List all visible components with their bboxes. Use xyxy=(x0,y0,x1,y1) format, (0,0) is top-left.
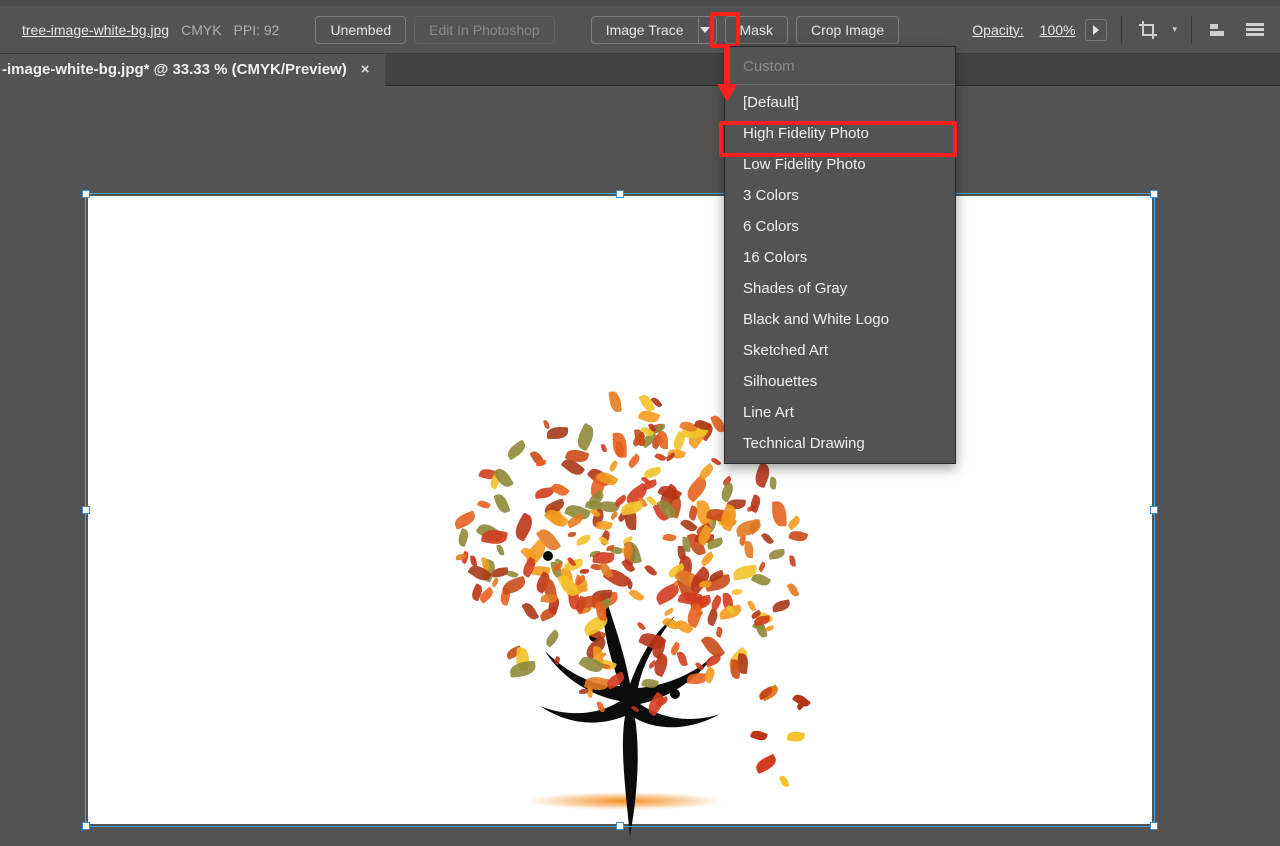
control-bar: tree-image-white-bg.jpg CMYK PPI: 92 Une… xyxy=(0,0,1280,54)
opacity-value[interactable]: 100% xyxy=(1040,22,1076,38)
menu-item-3-colors[interactable]: 3 Colors xyxy=(725,180,955,211)
menu-item-sketched-art[interactable]: Sketched Art xyxy=(725,335,955,366)
menu-item-6-colors[interactable]: 6 Colors xyxy=(725,211,955,242)
selection-handle-ml[interactable] xyxy=(82,506,90,514)
selection-handle-mr[interactable] xyxy=(1150,506,1158,514)
selection-handle-br[interactable] xyxy=(1150,822,1158,830)
menu-separator xyxy=(725,84,955,85)
crop-image-button[interactable]: Crop Image xyxy=(796,16,899,44)
opacity-more-button[interactable] xyxy=(1085,19,1107,41)
image-trace-button[interactable]: Image Trace xyxy=(591,16,699,44)
align-icon[interactable] xyxy=(1206,19,1232,41)
selection-handle-tc[interactable] xyxy=(616,190,624,198)
menu-item-high-fidelity-photo[interactable]: High Fidelity Photo xyxy=(725,118,955,149)
opacity-label[interactable]: Opacity: xyxy=(972,22,1023,38)
menu-item-silhouettes[interactable]: Silhouettes xyxy=(725,366,955,397)
document-tab-bar: -image-white-bg.jpg* @ 33.33 % (CMYK/Pre… xyxy=(0,54,1280,86)
selection-handle-tl[interactable] xyxy=(82,190,90,198)
close-tab-icon[interactable]: × xyxy=(361,61,370,78)
arrange-icon[interactable] xyxy=(1242,19,1268,41)
crop-tool-icon[interactable] xyxy=(1136,19,1162,41)
divider xyxy=(1121,16,1122,44)
menu-item-shades-of-gray[interactable]: Shades of Gray xyxy=(725,273,955,304)
chevron-right-icon xyxy=(1093,25,1099,35)
mask-button[interactable]: Mask xyxy=(725,16,788,44)
image-trace-presets-menu: Custom [Default]High Fidelity PhotoLow F… xyxy=(724,46,956,464)
unembed-button[interactable]: Unembed xyxy=(315,16,406,44)
image-trace-dropdown-toggle[interactable] xyxy=(695,16,717,44)
right-controls: Opacity: 100% ▾ xyxy=(972,16,1272,44)
file-name-link[interactable]: tree-image-white-bg.jpg xyxy=(22,22,169,38)
image-trace-group: Image Trace xyxy=(591,16,717,44)
edit-in-photoshop-button: Edit In Photoshop xyxy=(414,16,555,44)
menu-item-line-art[interactable]: Line Art xyxy=(725,397,955,428)
file-info: tree-image-white-bg.jpg CMYK PPI: 92 xyxy=(8,22,279,38)
menu-item-default[interactable]: [Default] xyxy=(725,87,955,118)
ppi-label: PPI: 92 xyxy=(234,22,280,38)
color-mode-label: CMYK xyxy=(181,22,221,38)
document-tab-title: -image-white-bg.jpg* @ 33.33 % (CMYK/Pre… xyxy=(2,61,347,78)
menu-item-16-colors[interactable]: 16 Colors xyxy=(725,242,955,273)
menu-item-black-and-white-logo[interactable]: Black and White Logo xyxy=(725,304,955,335)
tool-dropdown-icon[interactable]: ▾ xyxy=(1172,24,1177,35)
menu-item-custom: Custom xyxy=(725,51,955,82)
chevron-down-icon xyxy=(700,27,710,33)
selection-handle-tr[interactable] xyxy=(1150,190,1158,198)
divider xyxy=(1191,16,1192,44)
selection-handle-bc[interactable] xyxy=(616,822,624,830)
menu-item-technical-drawing[interactable]: Technical Drawing xyxy=(725,428,955,459)
selection-handle-bl[interactable] xyxy=(82,822,90,830)
canvas-area[interactable] xyxy=(0,86,1280,838)
menu-item-low-fidelity-photo[interactable]: Low Fidelity Photo xyxy=(725,149,955,180)
document-tab[interactable]: -image-white-bg.jpg* @ 33.33 % (CMYK/Pre… xyxy=(0,54,385,86)
